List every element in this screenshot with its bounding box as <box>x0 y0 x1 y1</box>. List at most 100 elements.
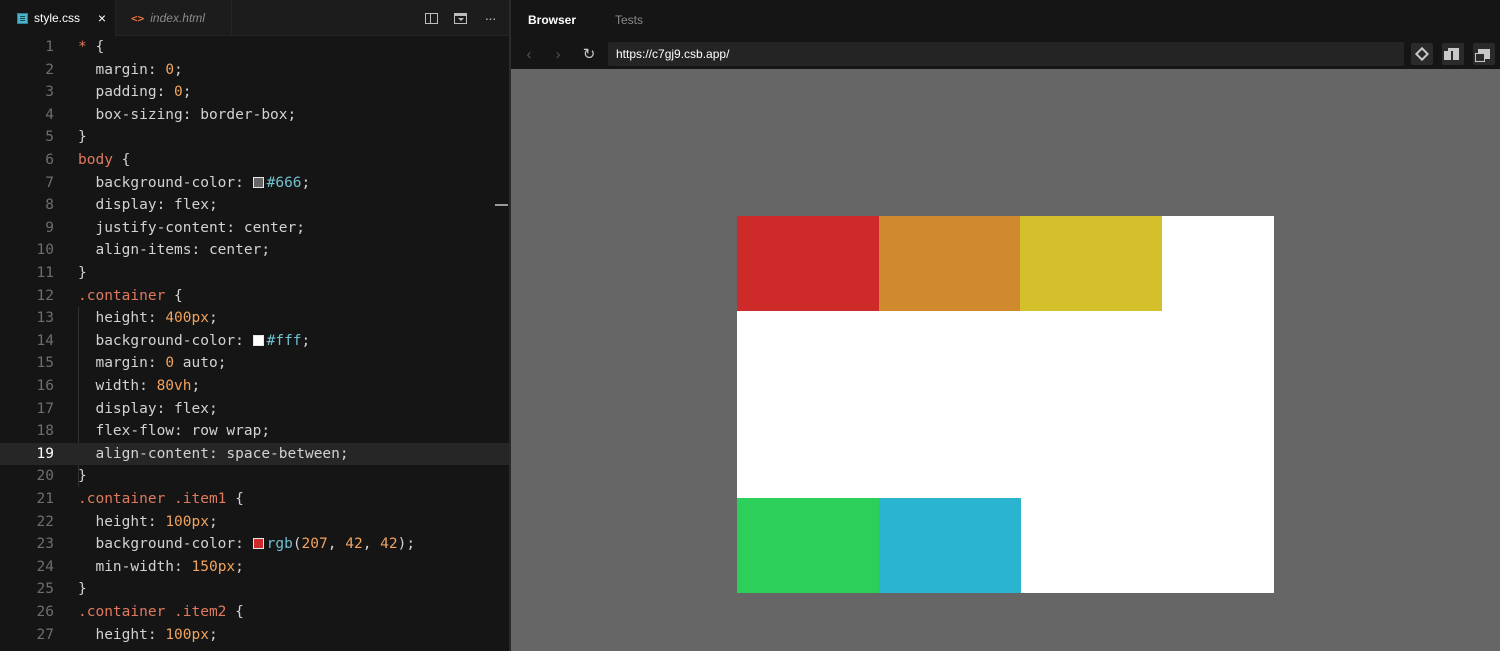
line-text: height: 100px; <box>78 624 217 647</box>
line-text: background-color: #666; <box>78 172 310 195</box>
code-line[interactable]: 17 display: flex; <box>0 398 509 421</box>
flex-item-3 <box>1020 216 1162 311</box>
code-token: 0 <box>165 61 175 78</box>
code-token: ); <box>397 536 416 553</box>
line-text: } <box>78 126 87 149</box>
line-number: 19 <box>36 445 54 462</box>
line-text: display: flex; <box>78 194 217 217</box>
code-line[interactable]: 10 align-items: center; <box>0 239 509 262</box>
close-icon[interactable]: × <box>98 10 106 26</box>
code-token: rgb <box>266 536 293 553</box>
tab-style-css[interactable]: style.css × <box>0 0 116 36</box>
line-text: min-width: 150px; <box>78 556 244 579</box>
code-line[interactable]: 18 flex-flow: row wrap; <box>0 420 509 443</box>
code-token: } <box>78 581 87 598</box>
html-file-icon: <> <box>131 11 145 25</box>
color-swatch[interactable] <box>252 176 264 188</box>
line-number: 13 <box>36 310 54 327</box>
line-text: .container .item2 { <box>78 601 244 624</box>
address-bar[interactable]: https://c7gj9.csb.app/ <box>608 42 1404 66</box>
chevron-left-icon: ‹ <box>526 45 532 63</box>
split-editor-button[interactable] <box>422 9 440 27</box>
more-actions-button[interactable]: ··· <box>481 9 499 27</box>
browser-tab-bar: Browser Tests <box>511 0 1500 40</box>
color-swatch[interactable] <box>252 538 264 550</box>
open-preview-button[interactable] <box>451 9 469 27</box>
code-line[interactable]: 16 width: 80vh; <box>0 375 509 398</box>
line-number: 18 <box>36 423 54 440</box>
line-number: 1 <box>45 39 54 55</box>
diamond-icon <box>1414 46 1430 62</box>
line-text: } <box>78 465 87 488</box>
tab-browser[interactable]: Browser <box>528 13 576 27</box>
code-line[interactable]: 2 margin: 0; <box>0 59 509 82</box>
line-text: } <box>78 262 87 285</box>
code-line[interactable]: 26 .container .item2 { <box>0 601 509 624</box>
code-line[interactable]: 12 .container { <box>0 285 509 308</box>
line-number: 10 <box>36 242 54 259</box>
code-token: min-width: <box>78 558 192 575</box>
line-number: 4 <box>45 106 54 123</box>
line-number: 27 <box>36 626 54 643</box>
line-number: 6 <box>45 152 54 168</box>
tab-index-html[interactable]: <> index.html <box>117 0 232 36</box>
line-number: 5 <box>45 129 54 146</box>
code-token: #666 <box>266 174 302 191</box>
line-number: 7 <box>45 174 54 191</box>
line-number: 12 <box>36 287 54 304</box>
code-area[interactable]: 1 * {2 margin: 0; 3 padding: 0; 4 box-sizin… <box>0 36 509 651</box>
code-token: { <box>235 604 244 620</box>
code-line[interactable]: 6 body { <box>0 149 509 172</box>
code-line[interactable]: 20} <box>0 465 509 488</box>
code-line[interactable]: 9 justify-content: center; <box>0 217 509 240</box>
code-token: box-sizing: border-box; <box>78 106 297 123</box>
code-line[interactable]: 1 * { <box>0 36 509 59</box>
code-token: align-items: center; <box>78 242 271 259</box>
code-token: , <box>362 536 381 553</box>
code-line[interactable]: 5} <box>0 126 509 149</box>
code-token: ; <box>235 558 244 575</box>
new-window-icon <box>1475 49 1490 62</box>
code-line[interactable]: 22 height: 100px; <box>0 511 509 534</box>
code-line[interactable]: 14 background-color: #fff; <box>0 330 509 353</box>
code-line[interactable]: 25} <box>0 578 509 601</box>
code-editor: style.css × <> index.html ··· 1 * {2 marg… <box>0 0 509 651</box>
code-token: ; <box>208 513 218 530</box>
code-line[interactable]: 8 display: flex; <box>0 194 509 217</box>
code-line[interactable]: 3 padding: 0; <box>0 81 509 104</box>
code-line[interactable]: 15 margin: 0 auto; <box>0 352 509 375</box>
flex-item-5 <box>879 498 1021 593</box>
code-line[interactable]: 7 background-color: #666; <box>0 172 509 195</box>
code-line[interactable]: 4 box-sizing: border-box; <box>0 104 509 127</box>
scrollbar-marker[interactable] <box>495 204 508 206</box>
line-text: background-color: rgb(207, 42, 42); <box>78 533 415 556</box>
code-token: 42 <box>345 536 363 553</box>
line-text: margin: 0; <box>78 59 182 82</box>
code-token: .container .item1 <box>78 491 236 507</box>
code-line[interactable]: 21 .container .item1 { <box>0 488 509 511</box>
refresh-button[interactable]: ↻ <box>580 45 598 63</box>
line-text: box-sizing: border-box; <box>78 104 296 127</box>
back-button[interactable]: ‹ <box>520 45 538 63</box>
code-token: display: flex; <box>78 400 218 417</box>
code-token: height: <box>78 513 166 530</box>
code-token: } <box>78 129 87 146</box>
devtools-button[interactable] <box>1411 43 1433 65</box>
code-line[interactable]: 24 min-width: 150px; <box>0 556 509 579</box>
line-text: } <box>78 578 87 601</box>
code-line[interactable]: 23 background-color: rgb(207, 42, 42); <box>0 533 509 556</box>
line-text: .container .item1 { <box>78 488 244 511</box>
color-swatch[interactable] <box>252 334 264 346</box>
code-line[interactable]: 19 align-content: space-between; <box>0 442 509 466</box>
line-text: padding: 0; <box>78 81 191 104</box>
code-token: justify-content: center; <box>78 219 305 236</box>
open-new-window-button[interactable] <box>1473 43 1495 65</box>
code-token: height: <box>78 626 166 643</box>
code-line[interactable]: 11} <box>0 262 509 285</box>
copy-preview-button[interactable] <box>1442 43 1464 65</box>
code-token: background-color: <box>78 536 253 553</box>
code-line[interactable]: 13 height: 400px; <box>0 307 509 330</box>
code-line[interactable]: 27 height: 100px; <box>0 624 509 647</box>
tab-tests[interactable]: Tests <box>615 13 643 27</box>
forward-button[interactable]: › <box>549 45 567 63</box>
